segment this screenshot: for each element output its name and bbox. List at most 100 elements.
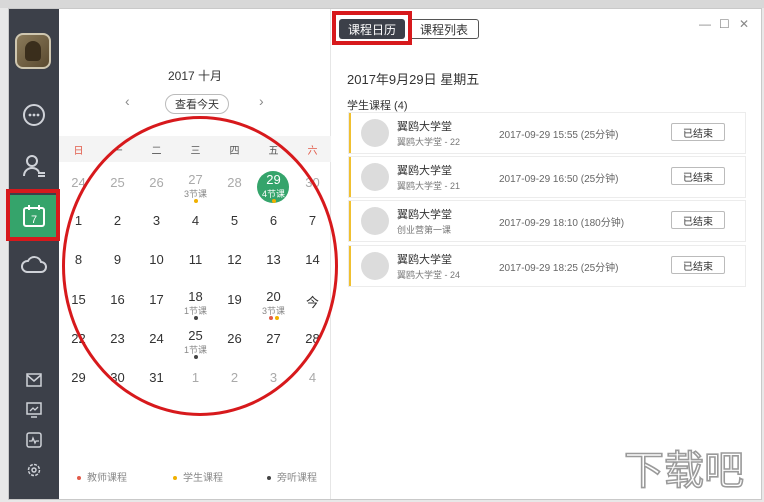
calendar-day[interactable]: 30 [98, 370, 137, 385]
course-subtitle: 翼鸥大学堂 - 22 [397, 137, 461, 147]
group-avatar-icon [361, 119, 389, 147]
calendar-day[interactable]: 20 [254, 289, 293, 304]
maximize-button[interactable]: ☐ [719, 17, 730, 31]
calendar-day[interactable]: 4 [293, 370, 332, 385]
group-avatar-icon [361, 207, 389, 235]
weekday-2: 二 [151, 146, 162, 157]
avatar[interactable] [15, 33, 51, 69]
calendar-day[interactable]: 29 [254, 172, 293, 187]
calendar-day[interactable]: 27 [176, 172, 215, 187]
calendar-day[interactable]: 12 [215, 252, 254, 267]
calendar-day[interactable]: 2 [215, 370, 254, 385]
calendar-day[interactable]: 6 [254, 213, 293, 228]
course-row[interactable]: 翼鸥大学堂 翼鸥大学堂 - 21 2017-09-29 16:50 (25分钟) 已结… [349, 157, 745, 197]
course-subtitle: 翼鸥大学堂 - 24 [397, 270, 461, 280]
calendar-day[interactable]: 5 [215, 213, 254, 228]
calendar-day[interactable]: 14 [293, 252, 332, 267]
course-dot [193, 316, 198, 320]
calendar-day[interactable]: 23 [98, 331, 137, 346]
whiteboard-icon [26, 402, 42, 418]
course-dot [271, 199, 276, 203]
calendar-day[interactable]: 29 [59, 370, 98, 385]
calendar-day[interactable]: 28 [215, 175, 254, 190]
calendar-day[interactable]: 17 [137, 292, 176, 307]
legend-item: 教师课程 [77, 469, 127, 484]
calendar-day[interactable]: 3 [254, 370, 293, 385]
calendar-day[interactable]: 25 [98, 175, 137, 190]
tab-course-calendar[interactable]: 课程日历 [339, 19, 405, 39]
calendar-day[interactable]: 27 [254, 331, 293, 346]
calendar-day[interactable]: 30 [293, 175, 332, 190]
course-title: 翼鸥大学堂 [397, 209, 452, 221]
calendar-day[interactable]: 31 [137, 370, 176, 385]
close-button[interactable]: ✕ [739, 17, 749, 31]
calendar-day[interactable]: 4 [176, 213, 215, 228]
view-today-button[interactable]: 查看今天 [165, 94, 229, 114]
calendar-day[interactable]: 10 [137, 252, 176, 267]
calendar-day[interactable]: 28 [293, 331, 332, 346]
chevron-left-icon[interactable]: ‹ [125, 93, 130, 109]
course-title: 翼鸥大学堂 [397, 254, 452, 266]
course-status-button[interactable]: 已结束 [671, 256, 725, 274]
sidebar-item-messages[interactable] [9, 95, 59, 137]
weekday-1: 一 [112, 146, 123, 157]
calendar-day[interactable]: 1 [59, 213, 98, 228]
tab-course-list[interactable]: 课程列表 [409, 19, 479, 39]
mail-icon [26, 373, 42, 387]
minimize-button[interactable]: — [699, 17, 711, 31]
calendar-day[interactable]: 13 [254, 252, 293, 267]
legend-label: 学生课程 [183, 473, 223, 484]
weekday-0: 日 [73, 146, 84, 157]
sidebar-item-calendar[interactable]: 7 [9, 195, 59, 237]
calendar-day[interactable]: 26 [137, 175, 176, 190]
selected-date-heading: 2017年9月29日 星期五 [347, 72, 480, 87]
pulse-icon [26, 432, 42, 448]
course-status-button[interactable]: 已结束 [671, 167, 725, 185]
calendar-panel: 2017 十月 ‹ 查看今天 › 日一二三四五六 24 25 26 27 3节课 28 29… [59, 9, 331, 499]
calendar-day[interactable]: 9 [98, 252, 137, 267]
course-subtitle: 创业营第一课 [397, 225, 452, 235]
calendar-day[interactable]: 1 [176, 370, 215, 385]
course-status-button[interactable]: 已结束 [671, 211, 725, 229]
course-time: 2017-09-29 18:10 (180分钟) [499, 218, 625, 229]
chevron-right-icon[interactable]: › [259, 93, 264, 109]
calendar-day[interactable]: 25 [176, 328, 215, 343]
course-row[interactable]: 翼鸥大学堂创业营第一课 2017-09-29 18:10 (180分钟) 已结束 [349, 201, 745, 241]
course-dot [193, 355, 198, 359]
user-list-icon [23, 155, 45, 177]
calendar-day[interactable]: 15 [59, 292, 98, 307]
sidebar-item-settings[interactable] [9, 455, 59, 485]
course-dot [193, 199, 198, 203]
calendar-day[interactable]: 24 [137, 331, 176, 346]
calendar-day[interactable]: 今 [293, 292, 332, 311]
calendar-day[interactable]: 2 [98, 213, 137, 228]
legend-dot [173, 476, 177, 481]
course-row[interactable]: 翼鸥大学堂 翼鸥大学堂 - 24 2017-09-29 18:25 (25分钟) 已结… [349, 246, 745, 286]
calendar-day[interactable]: 16 [98, 292, 137, 307]
weekday-5: 五 [268, 146, 279, 157]
calendar-day[interactable]: 26 [215, 331, 254, 346]
course-title: 翼鸥大学堂 [397, 121, 452, 133]
course-status-button[interactable]: 已结束 [671, 123, 725, 141]
sidebar-item-contacts[interactable] [9, 145, 59, 187]
calendar-day[interactable]: 19 [215, 292, 254, 307]
course-subtitle: 翼鸥大学堂 - 21 [397, 181, 461, 191]
calendar-day[interactable]: 22 [59, 331, 98, 346]
legend-label: 教师课程 [87, 473, 127, 484]
course-row[interactable]: 翼鸥大学堂 翼鸥大学堂 - 22 2017-09-29 15:55 (25分钟) 已结… [349, 113, 745, 153]
sidebar-item-mail[interactable] [9, 365, 59, 395]
cloud-icon [21, 256, 47, 273]
legend-dot [267, 476, 271, 481]
calendar-day[interactable]: 7 [293, 213, 332, 228]
sidebar-item-board[interactable] [9, 395, 59, 425]
sidebar-item-cloud[interactable] [9, 243, 59, 285]
calendar-day[interactable]: 3 [137, 213, 176, 228]
month-title: 2017 十月 [167, 69, 223, 83]
calendar-day[interactable]: 11 [176, 252, 215, 267]
calendar-day[interactable]: 8 [59, 252, 98, 267]
calendar-day[interactable]: 18 [176, 289, 215, 304]
sidebar-item-monitor[interactable] [9, 425, 59, 455]
calendar-day[interactable]: 24 [59, 175, 98, 190]
student-courses-title: 学生课程 (4) [347, 100, 408, 112]
weekday-4: 四 [229, 146, 240, 157]
